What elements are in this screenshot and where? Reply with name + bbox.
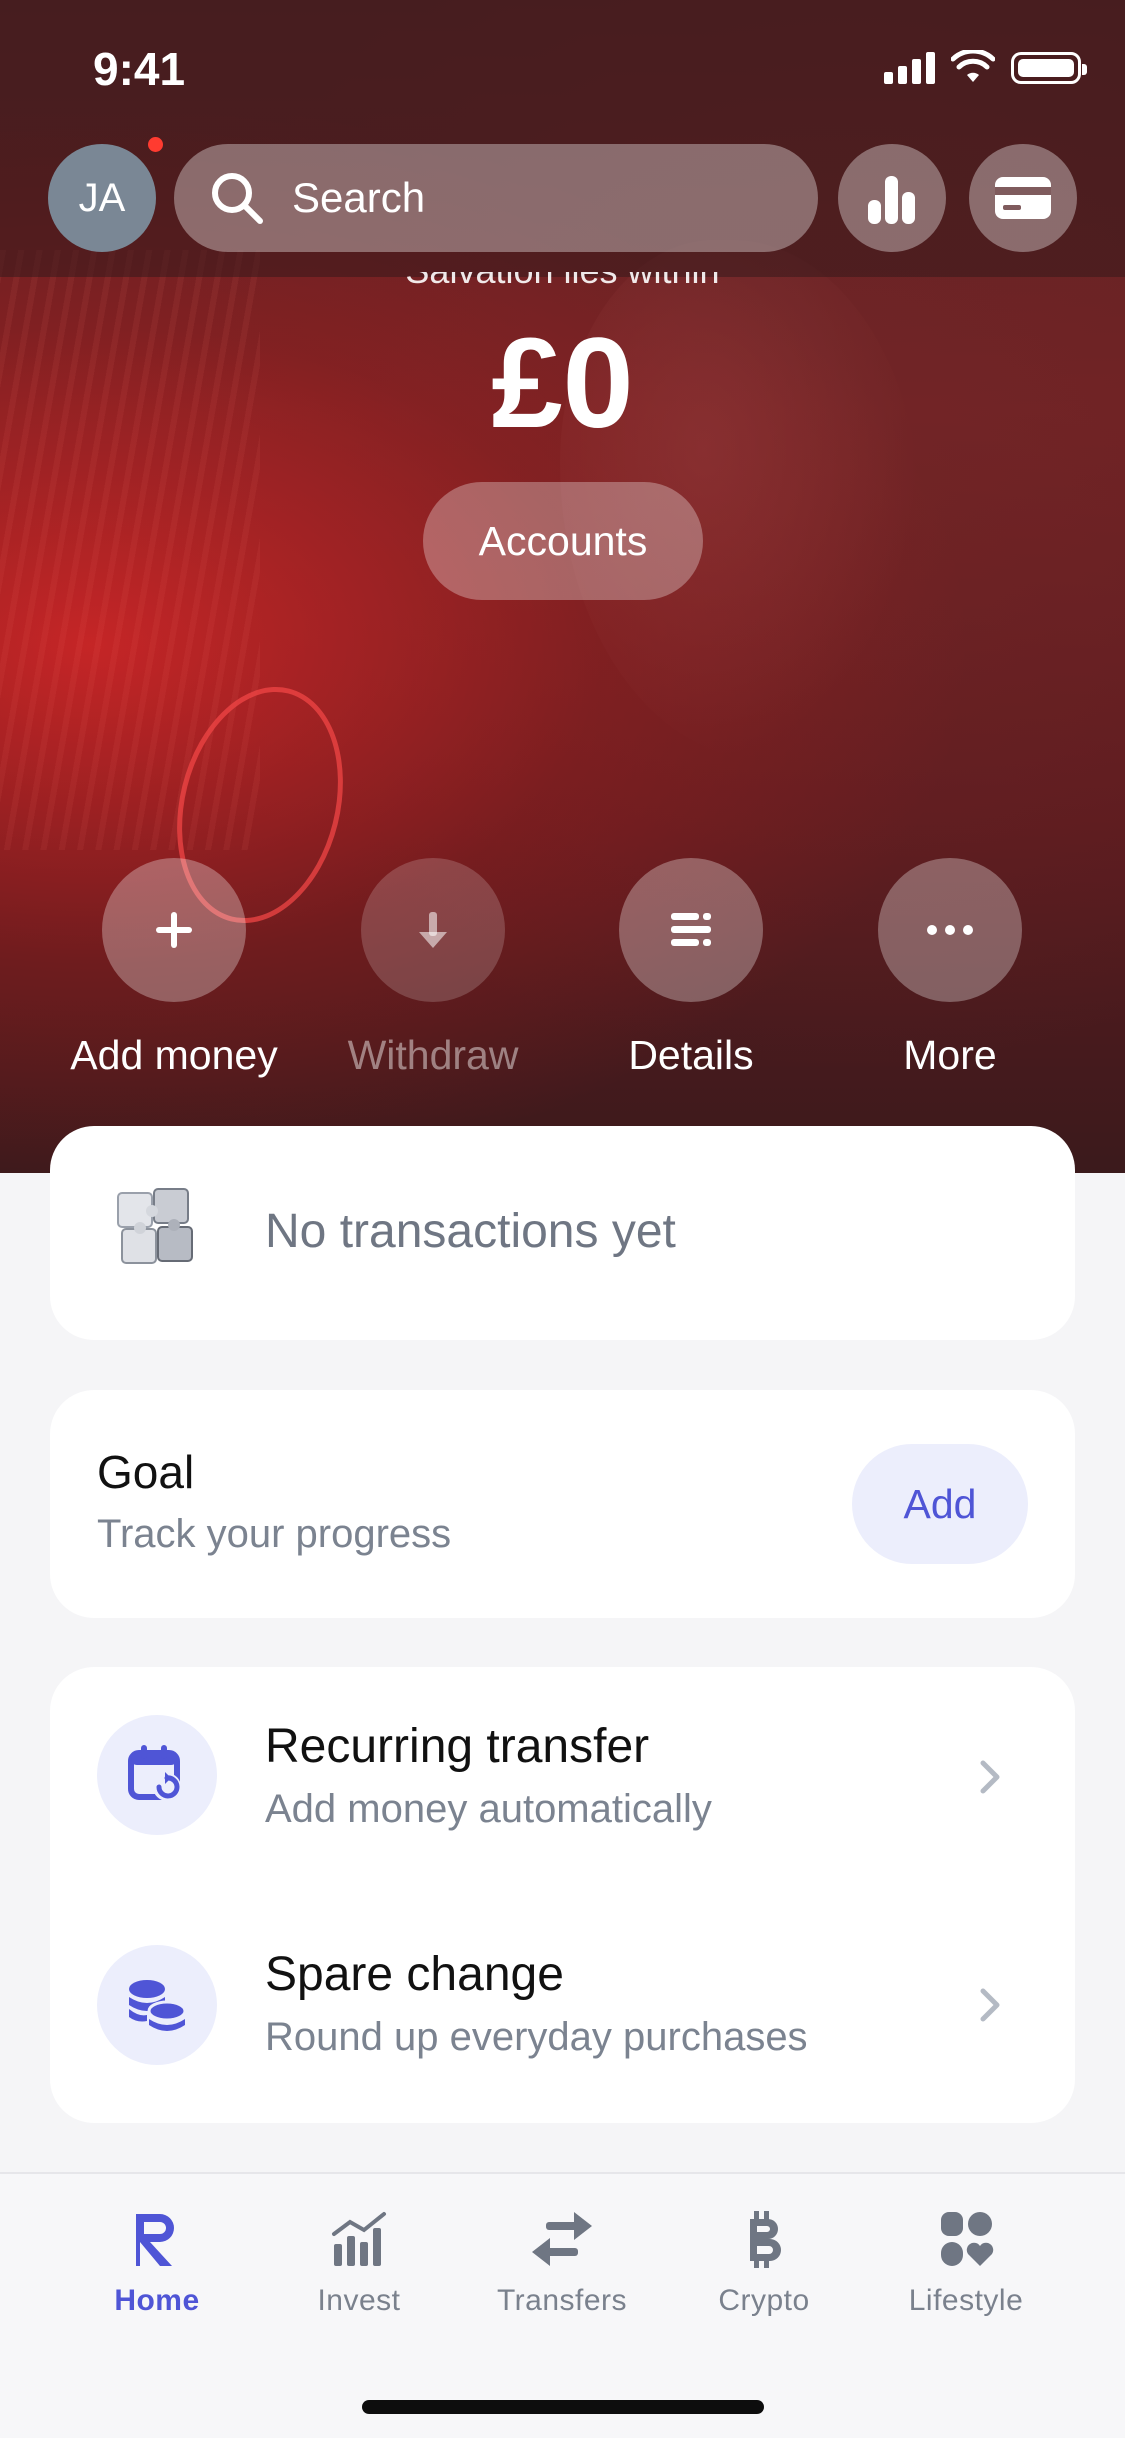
withdraw-label: Withdraw (347, 1032, 519, 1078)
add-goal-button[interactable]: Add (852, 1444, 1028, 1564)
puzzle-icon (117, 1188, 193, 1264)
tab-lifestyle-label: Lifestyle (908, 2284, 1024, 2317)
card-icon (995, 177, 1051, 219)
spare-change-title: Spare change (265, 1948, 564, 2001)
recurring-transfer-title: Recurring transfer (265, 1720, 650, 1773)
balance-amount: £0 (491, 312, 634, 455)
transactions-card: No transactions yet (50, 1126, 1075, 1340)
notification-dot (148, 137, 163, 152)
tab-home[interactable]: Home (67, 2204, 247, 2318)
withdraw-action[interactable]: Withdraw (303, 858, 563, 1079)
tab-bar: Home Invest Transfers Crypto Lifestyle (0, 2172, 1125, 2438)
cards-button[interactable] (969, 144, 1077, 252)
revolut-r-icon (136, 2214, 174, 2266)
lifestyle-icon (941, 2212, 994, 2266)
home-indicator (362, 2400, 764, 2414)
arrow-down-icon (419, 912, 447, 948)
add-money-label: Add money (70, 1032, 278, 1078)
chart-icon (332, 2212, 386, 2266)
tab-invest-label: Invest (317, 2284, 401, 2317)
search-icon (212, 173, 263, 224)
tab-invest[interactable]: Invest (269, 2204, 449, 2318)
plus-icon (156, 912, 192, 948)
more-icon (927, 925, 973, 935)
wifi-icon (951, 50, 995, 82)
signal-icon (884, 52, 935, 84)
no-transactions-text: No transactions yet (265, 1205, 676, 1258)
more-label: More (903, 1032, 997, 1078)
tab-transfers-label: Transfers (496, 2284, 628, 2317)
details-action[interactable]: Details (561, 858, 821, 1079)
accounts-button[interactable]: Accounts (423, 482, 703, 600)
more-action[interactable]: More (820, 858, 1080, 1079)
status-time: 9:41 (93, 43, 186, 95)
recurring-transfer-subtitle: Add money automatically (265, 1787, 712, 1831)
status-icons (884, 50, 1087, 84)
analytics-button[interactable] (838, 144, 946, 252)
details-button[interactable] (619, 858, 763, 1002)
recurring-transfer-icon-wrap (97, 1715, 217, 1835)
chevron-right-icon (980, 1760, 1000, 1794)
avatar[interactable]: JA (48, 144, 156, 252)
tab-crypto-label: Crypto (718, 2284, 810, 2317)
recurring-transfer-row[interactable]: Recurring transfer Add money automatical… (50, 1667, 1075, 1867)
spare-change-icon-wrap (97, 1945, 217, 2065)
tab-lifestyle[interactable]: Lifestyle (876, 2204, 1056, 2318)
avatar-initials: JA (78, 175, 126, 220)
bitcoin-icon (750, 2211, 781, 2268)
tab-home-label: Home (114, 2284, 200, 2317)
tab-transfers[interactable]: Transfers (472, 2204, 652, 2318)
battery-icon (1011, 52, 1087, 84)
spare-change-row[interactable]: Spare change Round up everyday purchases (50, 1895, 1075, 2095)
coins-icon (129, 1980, 187, 2031)
tab-crypto[interactable]: Crypto (674, 2204, 854, 2318)
spare-change-subtitle: Round up everyday purchases (265, 2015, 808, 2059)
add-money-action[interactable]: Add money (44, 858, 304, 1079)
add-money-button[interactable] (102, 858, 246, 1002)
goal-card[interactable]: Goal Track your progress Add (50, 1390, 1075, 1618)
goal-subtitle: Track your progress (97, 1512, 452, 1556)
withdraw-button[interactable] (361, 858, 505, 1002)
calendar-repeat-icon (128, 1745, 181, 1801)
chevron-right-icon (980, 1988, 1000, 2022)
bar-chart-icon (868, 176, 915, 224)
more-button[interactable] (878, 858, 1022, 1002)
goal-title: Goal (97, 1446, 195, 1498)
transfer-arrows-icon (532, 2212, 592, 2266)
search-placeholder: Search (292, 174, 426, 221)
details-label: Details (628, 1032, 754, 1078)
features-card: Recurring transfer Add money automatical… (50, 1667, 1075, 2123)
details-icon (671, 913, 711, 946)
search-input[interactable]: Search (174, 144, 818, 252)
